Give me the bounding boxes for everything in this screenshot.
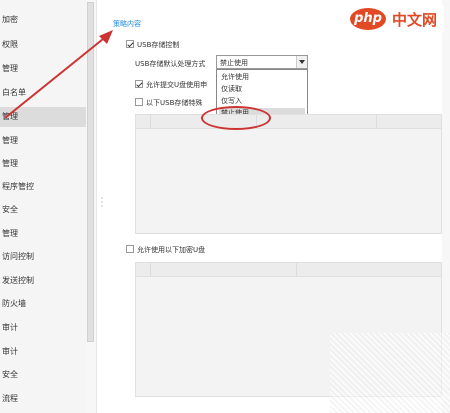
annotation-highlight-oval — [201, 106, 271, 130]
annotation-arrow-line — [4, 34, 109, 119]
watermark: php 中文网 — [348, 4, 444, 34]
watermark-noise — [330, 333, 450, 413]
watermark-logo: php — [350, 8, 386, 30]
annotation-arrow-head-icon — [99, 30, 113, 44]
watermark-text: 中文网 — [392, 11, 438, 29]
